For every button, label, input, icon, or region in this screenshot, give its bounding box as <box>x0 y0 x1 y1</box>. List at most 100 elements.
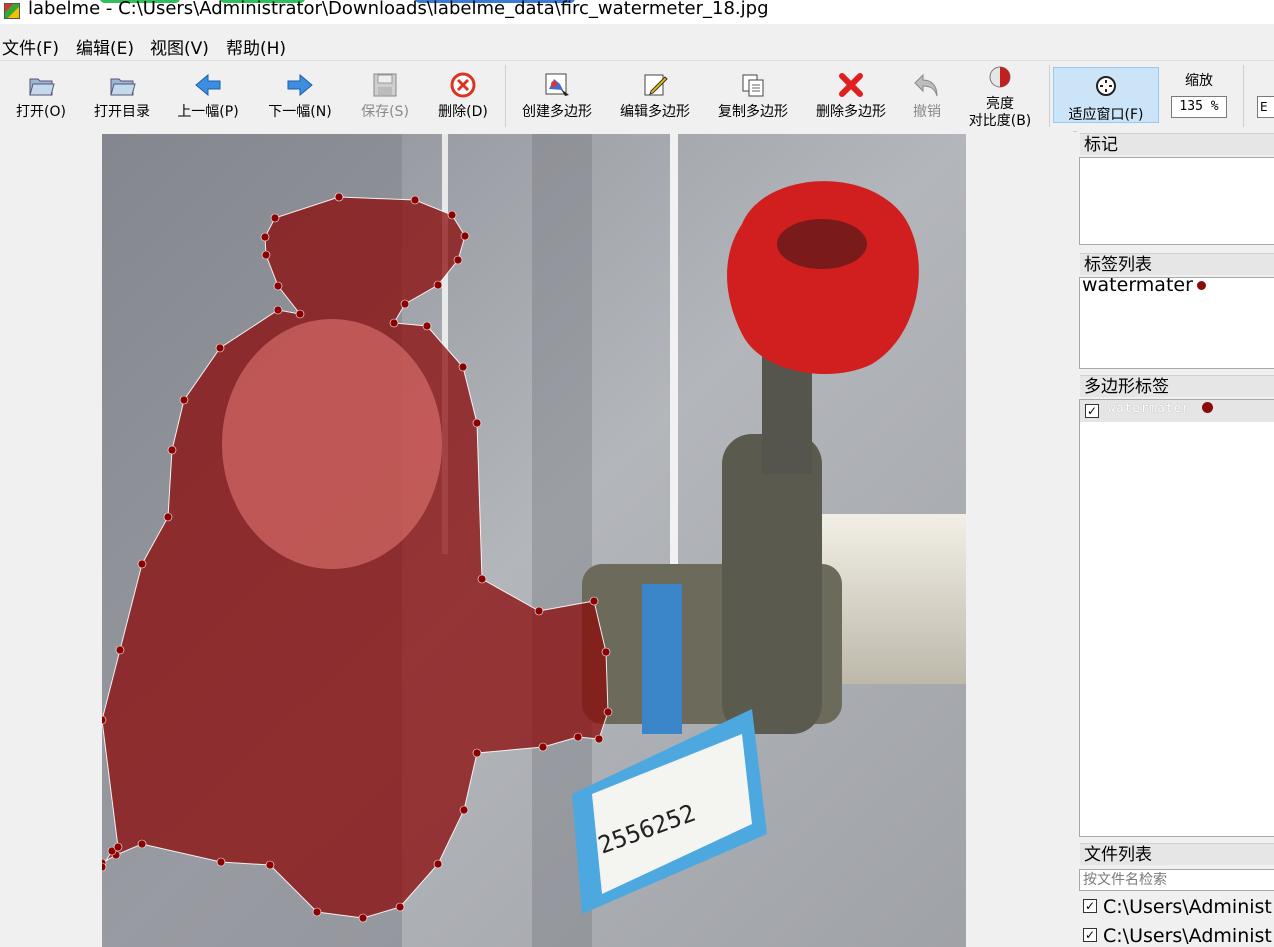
open-label: 打开(O) <box>16 104 66 120</box>
open-folder-icon <box>29 78 55 96</box>
polygon-vertex-handle[interactable] <box>389 318 399 328</box>
open-button[interactable]: 打开(O) <box>8 61 74 129</box>
polygon-vertex-handle[interactable] <box>137 839 147 849</box>
polygon-vertex-handle[interactable] <box>265 860 275 870</box>
toolbar-separator <box>1049 65 1050 127</box>
file-path: C:\Users\Administ <box>1103 925 1272 947</box>
zoom-spinbox[interactable]: 135 % <box>1171 96 1227 118</box>
create-polygon-button[interactable]: 创建多边形 <box>514 61 600 129</box>
save-label: 保存(S) <box>361 104 409 120</box>
polygon-vertex-handle[interactable] <box>179 395 189 405</box>
polygon-vertex-handle[interactable] <box>167 445 177 455</box>
copy-polygon-label: 复制多边形 <box>718 104 788 120</box>
polygon-vertex-handle[interactable] <box>460 231 470 241</box>
polygon-vertex-handle[interactable] <box>573 732 583 742</box>
polygon-visible-checkbox[interactable]: ✓ <box>1085 404 1099 418</box>
polygon-vertex-handle[interactable] <box>433 859 443 869</box>
polygon-vertex-handle[interactable] <box>261 250 271 260</box>
next-button[interactable]: 下一幅(N) <box>262 61 338 129</box>
polygon-vertex-handle[interactable] <box>447 210 457 220</box>
polygon-labels-title: 多边形标签 <box>1080 375 1274 397</box>
zoom-label: 缩放 <box>1185 73 1213 89</box>
polygon-vertex-handle[interactable] <box>295 309 305 319</box>
polygon-label-row[interactable]: ✓ watermater <box>1080 400 1274 422</box>
polygon-vertex-handle[interactable] <box>477 574 487 584</box>
polygon-vertex-handle[interactable] <box>603 707 613 717</box>
delete-circle-icon <box>450 72 476 98</box>
polygon-vertex-handle[interactable] <box>270 213 280 223</box>
open-dir-label: 打开目录 <box>94 104 150 120</box>
brightness-icon <box>989 66 1011 88</box>
arrow-left-icon <box>195 73 221 97</box>
label-list-item[interactable]: watermater <box>1082 277 1206 296</box>
file-search-input[interactable]: 按文件名检索 <box>1079 869 1274 891</box>
brightness-contrast-button[interactable]: 亮度 对比度(B) <box>960 61 1040 129</box>
polygon-vertex-handle[interactable] <box>113 842 123 852</box>
flags-list[interactable] <box>1079 157 1274 245</box>
polygon-vertex-handle[interactable] <box>601 647 611 657</box>
edge-button[interactable]: E <box>1257 96 1274 118</box>
polygon-vertex-handle[interactable] <box>312 907 322 917</box>
undo-arrow-icon <box>914 73 938 97</box>
menu-edit[interactable]: 编辑(E) <box>76 34 134 59</box>
polygon-vertex-handle[interactable] <box>589 596 599 606</box>
label-text: watermater <box>1082 277 1193 296</box>
delete-polygon-button[interactable]: 删除多边形 <box>808 61 894 129</box>
edit-polygon-button[interactable]: 编辑多边形 <box>612 61 698 129</box>
polygon-vertex-handle[interactable] <box>215 343 225 353</box>
delete-button[interactable]: 删除(D) <box>430 61 496 129</box>
file-list-item[interactable]: ✓ C:\Users\Administ <box>1083 925 1272 947</box>
red-x-icon <box>839 73 863 97</box>
prev-button[interactable]: 上一幅(P) <box>170 61 246 129</box>
polygon-vertex-handle[interactable] <box>358 913 368 923</box>
polygon-vertex-handle[interactable] <box>260 232 270 242</box>
file-list-item[interactable]: ✓ C:\Users\Administ <box>1083 896 1272 918</box>
polygon-labels-list[interactable]: ✓ watermater <box>1079 399 1274 837</box>
image-canvas[interactable]: 2556252 <box>0 131 1073 947</box>
toolbar-separator <box>505 65 506 127</box>
create-polygon-label: 创建多边形 <box>522 104 592 120</box>
polygon-vertex-handle[interactable] <box>538 742 548 752</box>
polygon-vertex-handle[interactable] <box>458 362 468 372</box>
menu-help[interactable]: 帮助(H) <box>226 34 286 59</box>
label-list[interactable]: watermater <box>1079 277 1274 369</box>
polygon-vertex-handle[interactable] <box>137 559 147 569</box>
copy-polygon-button[interactable]: 复制多边形 <box>710 61 796 129</box>
undo-button[interactable]: 撤销 <box>904 61 950 129</box>
polygon-vertex-handle[interactable] <box>216 857 226 867</box>
polygon-vertex-handle[interactable] <box>534 606 544 616</box>
polygon-vertex-handle[interactable] <box>273 305 283 315</box>
toolbar: 打开(O) 打开目录 上一幅(P) 下一幅(N) 保存(S) 删除(D) 创建多… <box>0 60 1274 132</box>
polygon-vertex-handle[interactable] <box>273 281 283 291</box>
file-list-title: 文件列表 <box>1080 843 1274 865</box>
polygon-vertex-handle[interactable] <box>115 645 125 655</box>
copy-icon <box>742 74 764 97</box>
polygon-vertex-handle[interactable] <box>422 321 432 331</box>
file-checkbox[interactable]: ✓ <box>1083 927 1097 942</box>
file-path: C:\Users\Administ <box>1103 896 1272 918</box>
fit-window-button[interactable]: 适应窗口(F) <box>1053 67 1159 123</box>
title-bar: labelme - C:\Users\Administrator\Downloa… <box>0 0 1274 24</box>
polygon-vertex-handle[interactable] <box>594 734 604 744</box>
menu-file[interactable]: 文件(F) <box>2 34 59 59</box>
polygon-vertex-handle[interactable] <box>459 805 469 815</box>
polygon-label-text: watermater <box>1108 401 1191 415</box>
polygon-vertex-handle[interactable] <box>472 748 482 758</box>
open-dir-button[interactable]: 打开目录 <box>86 61 158 129</box>
menu-view[interactable]: 视图(V) <box>150 34 209 59</box>
save-button[interactable]: 保存(S) <box>352 61 418 129</box>
next-label: 下一幅(N) <box>268 104 332 120</box>
delete-polygon-label: 删除多边形 <box>816 104 886 120</box>
polygon-vertex-handle[interactable] <box>453 255 463 265</box>
polygon-vertex-handle[interactable] <box>400 299 410 309</box>
label-color-dot <box>1196 281 1206 290</box>
file-checkbox[interactable]: ✓ <box>1083 898 1097 913</box>
edit-pencil-icon <box>644 74 668 96</box>
polygon-vertex-handle[interactable] <box>433 280 443 290</box>
polygon-vertex-handle[interactable] <box>163 512 173 522</box>
polygon-vertex-handle[interactable] <box>410 195 420 205</box>
prev-label: 上一幅(P) <box>177 104 239 120</box>
polygon-vertex-handle[interactable] <box>395 902 405 912</box>
polygon-vertex-handle[interactable] <box>472 418 482 428</box>
polygon-vertex-handle[interactable] <box>334 192 344 202</box>
